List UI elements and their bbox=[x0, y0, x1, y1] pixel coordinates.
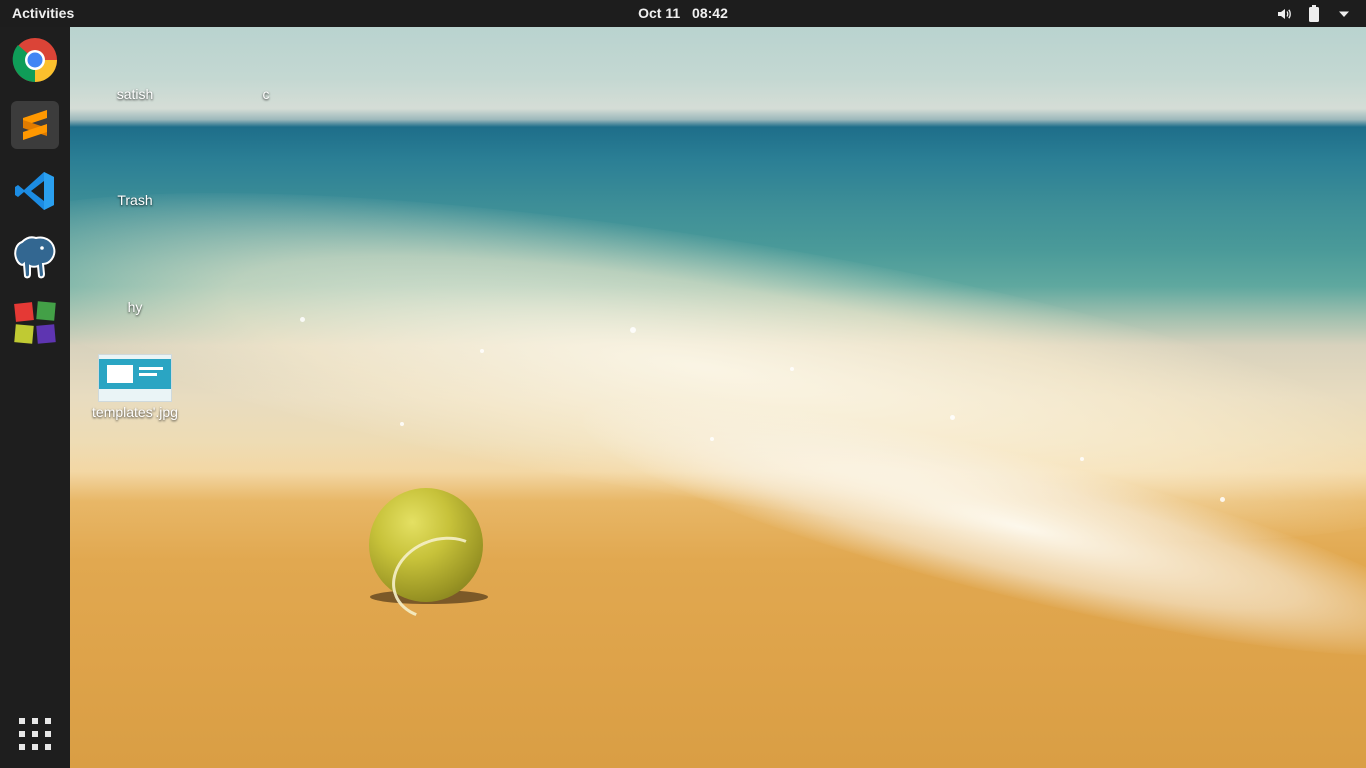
desktop-icon-c[interactable]: c bbox=[211, 86, 321, 102]
wallpaper-sparkle bbox=[1220, 497, 1225, 502]
show-applications-grid-icon[interactable] bbox=[17, 716, 53, 752]
chrome-icon bbox=[12, 38, 57, 82]
wallpaper-sparkle bbox=[1080, 457, 1084, 461]
system-menu-arrow-icon[interactable] bbox=[1336, 4, 1352, 23]
postgresql-elephant-icon bbox=[14, 236, 56, 279]
dock-item-chrome[interactable] bbox=[11, 36, 59, 84]
wallpaper-sparkle bbox=[480, 349, 484, 353]
desktop-icon-label: satish bbox=[116, 86, 154, 102]
clock-button[interactable]: Oct 11 08:42 bbox=[638, 5, 728, 21]
wallpaper-sparkle bbox=[710, 437, 714, 441]
system-tray[interactable] bbox=[1276, 4, 1352, 23]
tennis-ball-seam bbox=[380, 523, 502, 633]
desktop-icon-trash[interactable]: Trash bbox=[80, 192, 190, 208]
activities-button[interactable]: Activities bbox=[12, 5, 74, 21]
wallpaper-sparkle bbox=[300, 317, 305, 322]
thumbnail-line bbox=[139, 367, 163, 370]
dock bbox=[0, 27, 70, 768]
dock-item-sublime-text[interactable] bbox=[11, 101, 59, 149]
desktop-icon-label: Trash bbox=[117, 192, 153, 208]
volume-icon[interactable] bbox=[1276, 4, 1292, 23]
desktop-icon-hy[interactable]: hy bbox=[80, 299, 190, 315]
vscode-icon bbox=[15, 172, 54, 210]
battery-icon[interactable] bbox=[1306, 4, 1322, 23]
desktop-wallpaper[interactable] bbox=[70, 27, 1366, 768]
wallpaper-sparkle bbox=[790, 367, 794, 371]
desktop-icon-satish[interactable]: satish bbox=[80, 86, 190, 102]
desktop-icon-label: templates'.jpg bbox=[92, 404, 178, 420]
thumbnail-card bbox=[107, 365, 133, 383]
templates-image-thumbnail[interactable] bbox=[98, 354, 172, 402]
sublime-text-icon bbox=[23, 110, 47, 140]
desktop-icon-templates-jpg[interactable]: templates'.jpg bbox=[80, 404, 190, 420]
wallpaper-sparkle bbox=[400, 422, 404, 426]
dock-item-vscode[interactable] bbox=[11, 167, 59, 215]
wallpaper-sparkle bbox=[950, 415, 955, 420]
dock-item-pgadmin[interactable] bbox=[11, 233, 59, 281]
clock-time: 08:42 bbox=[692, 5, 728, 21]
wallpaper-sparkle bbox=[630, 327, 636, 333]
top-bar: Activities Oct 11 08:42 bbox=[0, 0, 1366, 27]
desktop-icon-label: c bbox=[262, 86, 270, 102]
thumbnail-line bbox=[139, 373, 157, 376]
clock-date: Oct 11 bbox=[638, 5, 681, 21]
tennis-ball bbox=[369, 488, 502, 633]
colored-squares-icon bbox=[14, 301, 56, 344]
desktop-icon-label: hy bbox=[127, 299, 143, 315]
dock-item-software[interactable] bbox=[11, 299, 59, 347]
